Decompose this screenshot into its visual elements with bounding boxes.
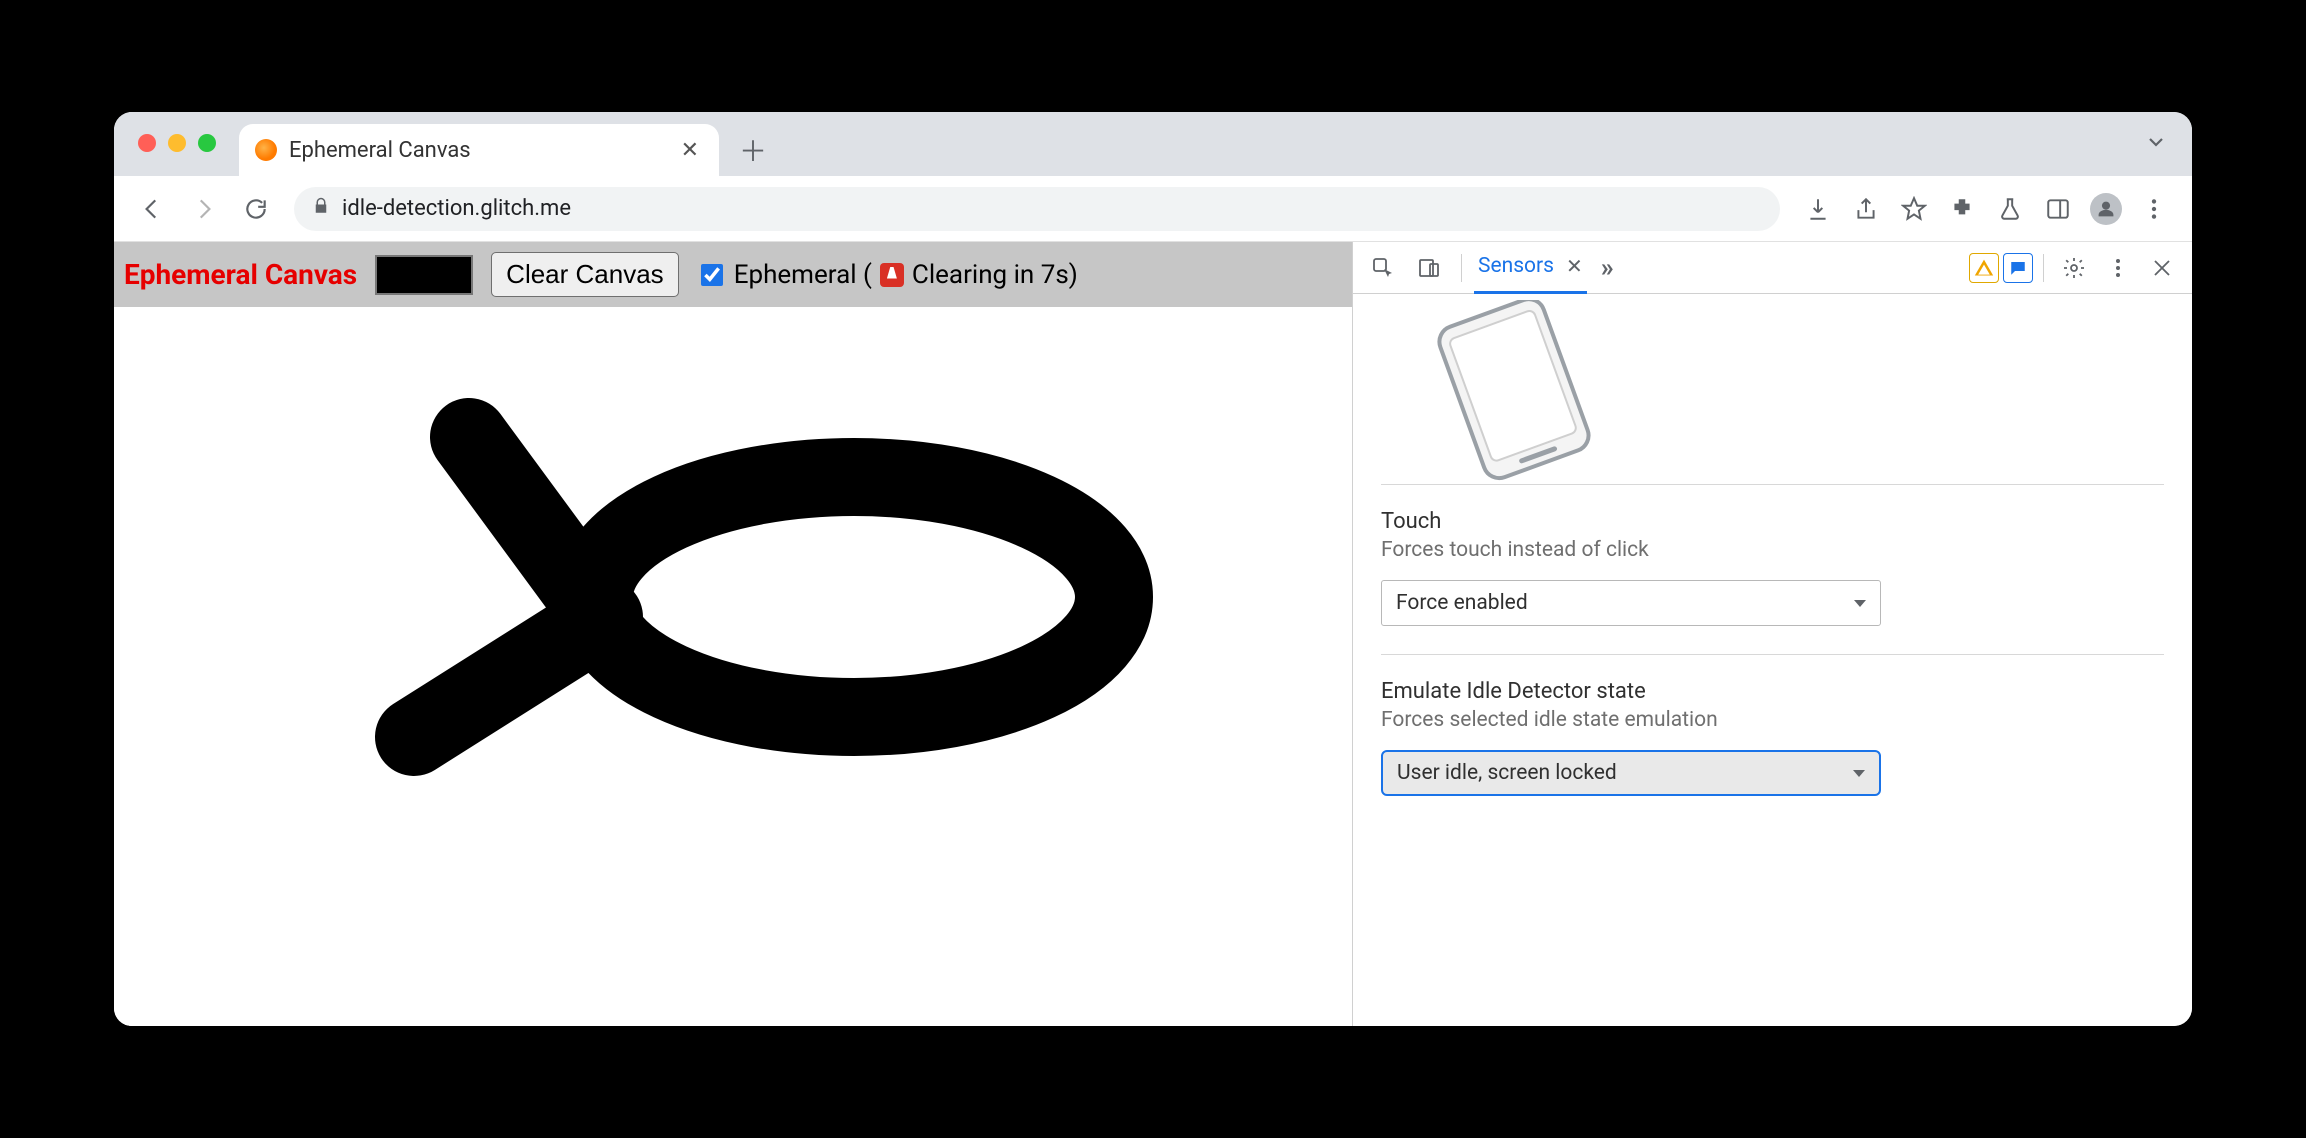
- ephemeral-toggle[interactable]: Ephemeral ( Clearing in 7s): [697, 260, 1078, 290]
- tabs-dropdown-button[interactable]: [2144, 130, 2168, 161]
- clear-canvas-button[interactable]: Clear Canvas: [491, 252, 679, 297]
- idle-title: Emulate Idle Detector state: [1381, 679, 2164, 704]
- content-area: Ephemeral Canvas Clear Canvas Ephemeral …: [114, 242, 2192, 1026]
- devtools-menu-button[interactable]: [2098, 248, 2138, 288]
- touch-desc: Forces touch instead of click: [1381, 538, 2164, 562]
- devtools-panel: Sensors ✕ »: [1352, 242, 2192, 1026]
- new-tab-button[interactable]: ＋: [733, 130, 773, 170]
- chevron-down-icon: [1854, 600, 1866, 607]
- labs-button[interactable]: [1988, 187, 2032, 231]
- idle-select-value: User idle, screen locked: [1397, 761, 1617, 785]
- lock-icon: [312, 196, 330, 221]
- minimize-window-button[interactable]: [168, 134, 186, 152]
- more-tabs-button[interactable]: »: [1593, 253, 1622, 283]
- back-button[interactable]: [130, 187, 174, 231]
- touch-select[interactable]: Force enabled: [1381, 580, 1881, 626]
- sidepanel-button[interactable]: [2036, 187, 2080, 231]
- touch-title: Touch: [1381, 509, 2164, 534]
- close-tab-button[interactable]: ✕: [677, 134, 703, 167]
- browser-toolbar: idle-detection.glitch.me: [114, 176, 2192, 242]
- ephemeral-label-prefix: Ephemeral (: [734, 260, 872, 290]
- extensions-button[interactable]: [1940, 187, 1984, 231]
- address-bar[interactable]: idle-detection.glitch.me: [294, 187, 1780, 231]
- devtools-tab-sensors[interactable]: Sensors ✕: [1474, 242, 1587, 294]
- ephemeral-checkbox[interactable]: [701, 264, 723, 286]
- devtools-tab-label: Sensors: [1478, 254, 1554, 278]
- chevron-down-icon: [1853, 770, 1865, 777]
- devtools-body: Touch Forces touch instead of click Forc…: [1353, 294, 2192, 1026]
- idle-select[interactable]: User idle, screen locked: [1381, 750, 1881, 796]
- tab-strip: Ephemeral Canvas ✕ ＋: [114, 112, 2192, 176]
- app-toolbar: Ephemeral Canvas Clear Canvas Ephemeral …: [114, 242, 1352, 307]
- maximize-window-button[interactable]: [198, 134, 216, 152]
- avatar-icon: [2090, 193, 2122, 225]
- close-window-button[interactable]: [138, 134, 156, 152]
- color-picker[interactable]: [375, 255, 473, 295]
- inspect-element-button[interactable]: [1363, 248, 1403, 288]
- siren-icon: [880, 263, 904, 287]
- tab-title: Ephemeral Canvas: [289, 138, 665, 163]
- url-text: idle-detection.glitch.me: [342, 196, 571, 221]
- idle-desc: Forces selected idle state emulation: [1381, 708, 2164, 732]
- touch-section: Touch Forces touch instead of click Forc…: [1381, 484, 2164, 654]
- favicon-icon: [255, 139, 277, 161]
- downloads-button[interactable]: [1796, 187, 1840, 231]
- warnings-badge[interactable]: [1969, 253, 1999, 283]
- browser-window: Ephemeral Canvas ✕ ＋ idle-detection.glit…: [114, 112, 2192, 1026]
- web-page: Ephemeral Canvas Clear Canvas Ephemeral …: [114, 242, 1352, 1026]
- orientation-preview: [1381, 294, 2164, 484]
- close-panel-button[interactable]: ✕: [1566, 254, 1583, 278]
- share-button[interactable]: [1844, 187, 1888, 231]
- devtools-settings-button[interactable]: [2054, 248, 2094, 288]
- ephemeral-label-suffix: Clearing in 7s): [912, 260, 1078, 290]
- drawing-canvas[interactable]: [114, 307, 1352, 1026]
- browser-tab[interactable]: Ephemeral Canvas ✕: [239, 124, 719, 176]
- profile-button[interactable]: [2084, 187, 2128, 231]
- reload-button[interactable]: [234, 187, 278, 231]
- window-controls: [138, 134, 216, 152]
- messages-badge[interactable]: [2003, 253, 2033, 283]
- touch-select-value: Force enabled: [1396, 591, 1528, 615]
- app-title: Ephemeral Canvas: [124, 258, 357, 291]
- menu-button[interactable]: [2132, 187, 2176, 231]
- forward-button[interactable]: [182, 187, 226, 231]
- devtools-close-button[interactable]: [2142, 248, 2182, 288]
- device-toolbar-button[interactable]: [1409, 248, 1449, 288]
- bookmark-button[interactable]: [1892, 187, 1936, 231]
- devtools-tabbar: Sensors ✕ »: [1353, 242, 2192, 294]
- idle-section: Emulate Idle Detector state Forces selec…: [1381, 654, 2164, 824]
